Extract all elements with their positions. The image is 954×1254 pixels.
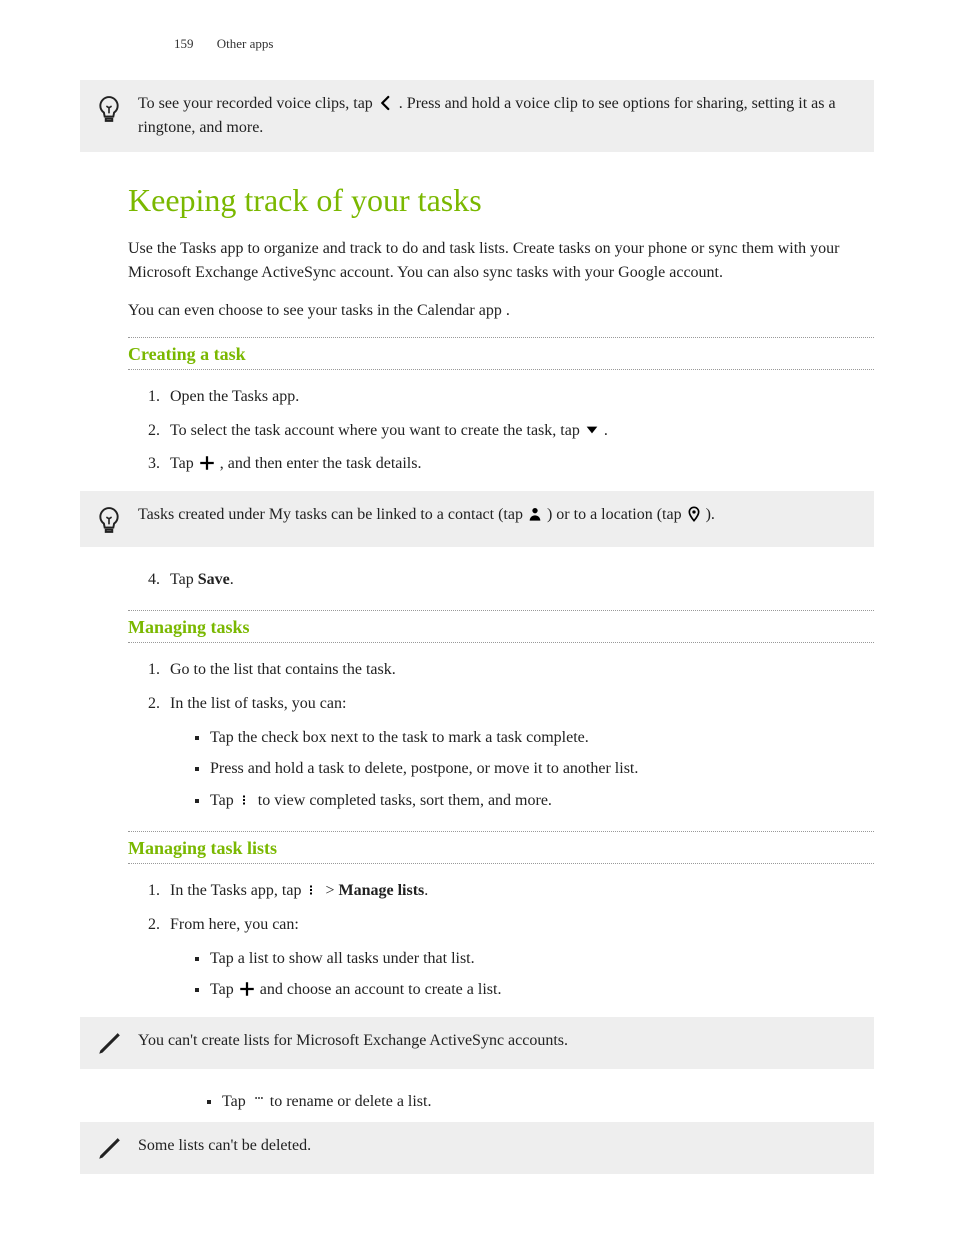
creating-task-steps-cont: Tap Save. [128, 567, 874, 593]
bullet-checkbox: Tap the check box next to the task to ma… [210, 725, 874, 751]
bullet-tap-list: Tap a list to show all tasks under that … [210, 946, 874, 972]
bullet-tap-more: Tap to rename or delete a list. [222, 1089, 874, 1115]
header-section: Other apps [217, 36, 274, 51]
more-horizontal-icon [250, 1093, 266, 1109]
note-text: Some lists can't be deleted. [138, 1134, 858, 1158]
tip-callout-voice-clips: To see your recorded voice clips, tap . … [80, 80, 874, 152]
managing-tasks-steps: Go to the list that contains the task. I… [128, 657, 874, 813]
bullet-tap-menu: Tap to view completed tasks, sort them, … [210, 788, 874, 814]
location-icon [686, 506, 702, 522]
page-number: 159 [174, 36, 194, 51]
pencil-icon [96, 1029, 138, 1057]
step-in-list: In the list of tasks, you can: Tap the c… [164, 691, 874, 813]
note-text: You can't create lists for Microsoft Exc… [138, 1029, 858, 1053]
dropdown-icon [584, 422, 600, 438]
content-body: Keeping track of your tasks Use the Task… [128, 182, 874, 477]
bullet-press-hold: Press and hold a task to delete, postpon… [210, 756, 874, 782]
creating-task-steps: Open the Tasks app. To select the task a… [128, 384, 874, 477]
intro-paragraph-1: Use the Tasks app to organize and track … [128, 237, 874, 285]
step-tap-plus: Tap , and then enter the task details. [164, 451, 874, 477]
menu-vertical-icon [305, 882, 321, 898]
main-heading: Keeping track of your tasks [128, 182, 874, 219]
intro-paragraph-2: You can even choose to see your tasks in… [128, 299, 874, 323]
content-body-continued2: Tap to rename or delete a list. [128, 1089, 874, 1115]
step-tap-save: Tap Save. [164, 567, 874, 593]
person-icon [527, 506, 543, 522]
note-callout-cant-delete: Some lists can't be deleted. [80, 1122, 874, 1174]
lightbulb-icon [96, 92, 138, 124]
menu-vertical-icon [238, 792, 254, 808]
plus-icon [198, 454, 216, 472]
managing-tasks-bullets: Tap the check box next to the task to ma… [170, 725, 874, 814]
managing-lists-bullets: Tap a list to show all tasks under that … [170, 946, 874, 1003]
lightbulb-icon [96, 503, 138, 535]
back-icon [377, 94, 395, 112]
pencil-icon [96, 1134, 138, 1162]
bullet-tap-plus-list: Tap and choose an account to create a li… [210, 977, 874, 1003]
subheading-creating-task: Creating a task [128, 337, 874, 370]
tip-callout-link-contact: Tasks created under My tasks can be link… [80, 491, 874, 547]
content-body-continued: Tap Save. Managing tasks Go to the list … [128, 567, 874, 1003]
step-manage-lists: In the Tasks app, tap > Manage lists. [164, 878, 874, 904]
note-callout-activesync: You can't create lists for Microsoft Exc… [80, 1017, 874, 1069]
step-open-tasks: Open the Tasks app. [164, 384, 874, 410]
tip-text: To see your recorded voice clips, tap . … [138, 92, 858, 140]
step-go-to-list: Go to the list that contains the task. [164, 657, 874, 683]
plus-icon [238, 980, 256, 998]
step-select-account: To select the task account where you wan… [164, 418, 874, 444]
tip-text: Tasks created under My tasks can be link… [138, 503, 858, 527]
subheading-managing-lists: Managing task lists [128, 832, 874, 864]
document-page: 159 Other apps To see your recorded voic… [0, 0, 954, 1254]
page-header: 159 Other apps [174, 36, 874, 52]
subheading-managing-tasks: Managing tasks [128, 611, 874, 643]
managing-lists-bullets-cont: Tap to rename or delete a list. [182, 1089, 874, 1115]
managing-lists-steps: In the Tasks app, tap > Manage lists. Fr… [128, 878, 874, 1002]
step-from-here: From here, you can: Tap a list to show a… [164, 912, 874, 1003]
